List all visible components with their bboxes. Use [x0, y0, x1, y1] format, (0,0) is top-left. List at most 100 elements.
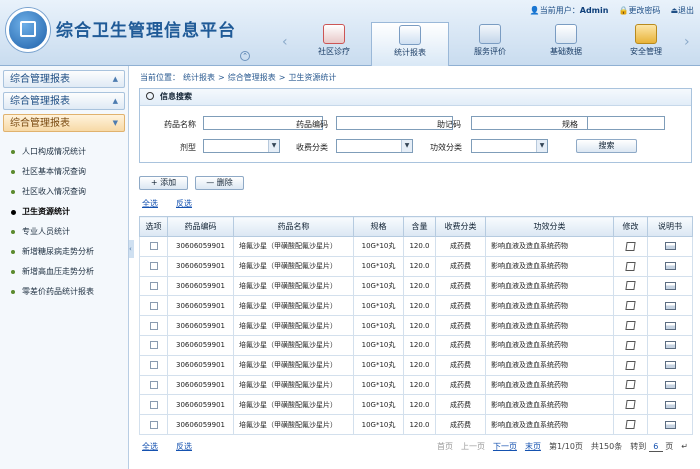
edit-icon[interactable] — [625, 261, 636, 271]
drug-table: 选项 药品编码 药品名称 规格 含量 收费分类 功效分类 修改 说明书 30606059901 培… — [139, 216, 693, 435]
sidebar-item-community-income[interactable]: 社区收入情况查询 — [0, 182, 128, 202]
logout-icon: ⏏ — [670, 6, 678, 15]
sidebar-item-health-resources[interactable]: 卫生资源统计 — [0, 202, 128, 222]
edit-icon[interactable] — [625, 281, 636, 291]
document-icon[interactable] — [664, 321, 676, 330]
first-page-link[interactable]: 首页 — [437, 441, 453, 452]
sidebar-collapse-handle[interactable]: ‹ — [129, 240, 134, 258]
user-icon: 👤 — [529, 6, 540, 15]
delete-button[interactable]: — 删除 — [195, 176, 244, 190]
row-select-cell — [139, 354, 168, 376]
spec-cell: 10G*10丸 — [353, 334, 404, 356]
row-checkbox[interactable] — [149, 242, 158, 251]
drug-name-cell: 培氟沙星（甲磺酸配氟沙星片） — [233, 255, 354, 277]
mnemonic-label: 助记码 — [437, 120, 461, 129]
select-all-link[interactable]: 全选 — [142, 198, 158, 209]
document-icon[interactable] — [664, 262, 676, 271]
nav-next-arrow[interactable]: › — [684, 34, 690, 50]
add-button[interactable]: + 添加 — [139, 176, 188, 190]
nav-security[interactable]: 安全管理 — [607, 22, 685, 66]
row-checkbox[interactable] — [149, 361, 158, 370]
edit-cell — [613, 255, 648, 277]
column-header: 选项 — [139, 216, 168, 237]
edit-icon[interactable] — [625, 321, 636, 331]
last-page-link[interactable]: 末页 — [525, 441, 541, 452]
collapse-header-button[interactable]: ⌃ — [240, 51, 250, 61]
prev-page-link[interactable]: 上一页 — [461, 441, 485, 452]
edit-icon[interactable] — [625, 400, 636, 410]
dosage-label: 剂型 — [180, 143, 196, 152]
drug-code-cell: 30606059901 — [167, 334, 234, 356]
document-icon[interactable] — [664, 242, 676, 251]
effect-type-cell: 影响血液及造血系统药物 — [485, 295, 614, 317]
goto-page-input[interactable]: 6 — [648, 442, 663, 452]
next-page-link[interactable]: 下一页 — [493, 441, 517, 452]
document-icon[interactable] — [664, 341, 676, 350]
sidebar-item-hypertension-trend[interactable]: 新增高血压走势分析 — [0, 262, 128, 282]
spec-cell: 10G*10丸 — [353, 414, 404, 435]
sidebar-section-1[interactable]: 综合管理报表 ▲ — [3, 70, 125, 88]
nav-label: 社区诊疗 — [318, 47, 350, 56]
footer-invert-selection-link[interactable]: 反选 — [176, 441, 192, 452]
sidebar-section-3[interactable]: 综合管理报表 ▼ — [3, 114, 125, 132]
edit-icon[interactable] — [625, 340, 636, 350]
document-icon[interactable] — [664, 420, 676, 429]
table-row: 30606059901 培氟沙星（甲磺酸配氟沙星片） 10G*10丸 120.0 成药费… — [139, 414, 693, 435]
nav-prev-arrow[interactable]: ‹ — [282, 34, 288, 50]
breadcrumb-item[interactable]: 综合管理报表 — [228, 73, 276, 82]
sidebar-item-zero-markup-drugs[interactable]: 零差价药品统计报表 — [0, 282, 128, 302]
sidebar-item-staff[interactable]: 专业人员统计 — [0, 222, 128, 242]
row-select-cell — [139, 275, 168, 297]
spec-input[interactable] — [587, 116, 665, 130]
goto-wrapper: 转到 6 页 — [630, 441, 673, 452]
nav-statistics[interactable]: 统计报表 — [371, 22, 449, 66]
edit-icon[interactable] — [625, 420, 636, 430]
sidebar-section-2[interactable]: 综合管理报表 ▲ — [3, 92, 125, 110]
nav-base-data[interactable]: 基础数据 — [527, 22, 605, 66]
document-icon[interactable] — [664, 400, 676, 409]
row-checkbox[interactable] — [149, 281, 158, 290]
row-checkbox[interactable] — [149, 400, 158, 409]
column-header: 说明书 — [647, 216, 693, 237]
edit-cell — [613, 394, 648, 416]
nav-community-clinic[interactable]: 社区诊疗 — [295, 22, 373, 66]
logout-link[interactable]: ⏏退出 — [670, 5, 694, 16]
effect-type-cell: 影响血液及造血系统药物 — [485, 394, 614, 416]
table-row: 30606059901 培氟沙星（甲磺酸配氟沙星片） 10G*10丸 120.0 成药费… — [139, 295, 693, 317]
go-arrow-icon[interactable]: ↵ — [681, 442, 688, 451]
document-icon[interactable] — [664, 281, 676, 290]
nav-service-rating[interactable]: 服务评价 — [451, 22, 529, 66]
sidebar-item-community-basic[interactable]: 社区基本情况查询 — [0, 162, 128, 182]
edit-icon[interactable] — [625, 360, 636, 370]
sidebar-item-population[interactable]: 人口构成情况统计 — [0, 142, 128, 162]
row-checkbox[interactable] — [149, 301, 158, 310]
row-checkbox[interactable] — [149, 420, 158, 429]
row-checkbox[interactable] — [149, 341, 158, 350]
row-select-cell — [139, 374, 168, 396]
effect-type-select[interactable]: ▼ — [471, 139, 548, 153]
effect-type-label: 功效分类 — [430, 143, 462, 152]
edit-icon[interactable] — [625, 380, 636, 390]
footer-select-all-link[interactable]: 全选 — [142, 441, 158, 452]
document-icon[interactable] — [664, 380, 676, 389]
dosage-select[interactable]: ▼ — [203, 139, 280, 153]
edit-icon[interactable] — [625, 241, 636, 251]
change-password-link[interactable]: 🔒更改密码 — [618, 5, 660, 16]
column-header: 含量 — [403, 216, 436, 237]
search-button[interactable]: 搜索 — [576, 139, 637, 153]
fee-type-select[interactable]: ▼ — [336, 139, 413, 153]
row-checkbox[interactable] — [149, 321, 158, 330]
breadcrumb-item: 卫生资源统计 — [288, 73, 337, 82]
row-checkbox[interactable] — [149, 380, 158, 389]
document-icon[interactable] — [664, 301, 676, 310]
drug-code-input[interactable] — [336, 116, 453, 130]
sidebar-item-diabetes-trend[interactable]: 新增糖尿病走势分析 — [0, 242, 128, 262]
breadcrumb-item[interactable]: 统计报表 — [183, 73, 215, 82]
invert-selection-link[interactable]: 反选 — [176, 198, 192, 209]
edit-cell — [613, 354, 648, 376]
edit-icon[interactable] — [625, 301, 636, 311]
drug-name-cell: 培氟沙星（甲磺酸配氟沙星片） — [233, 394, 354, 416]
row-checkbox[interactable] — [149, 262, 158, 271]
breadcrumb: 当前位置： 统计报表 > 综合管理报表 > 卫生资源统计 — [140, 72, 339, 83]
document-icon[interactable] — [664, 361, 676, 370]
